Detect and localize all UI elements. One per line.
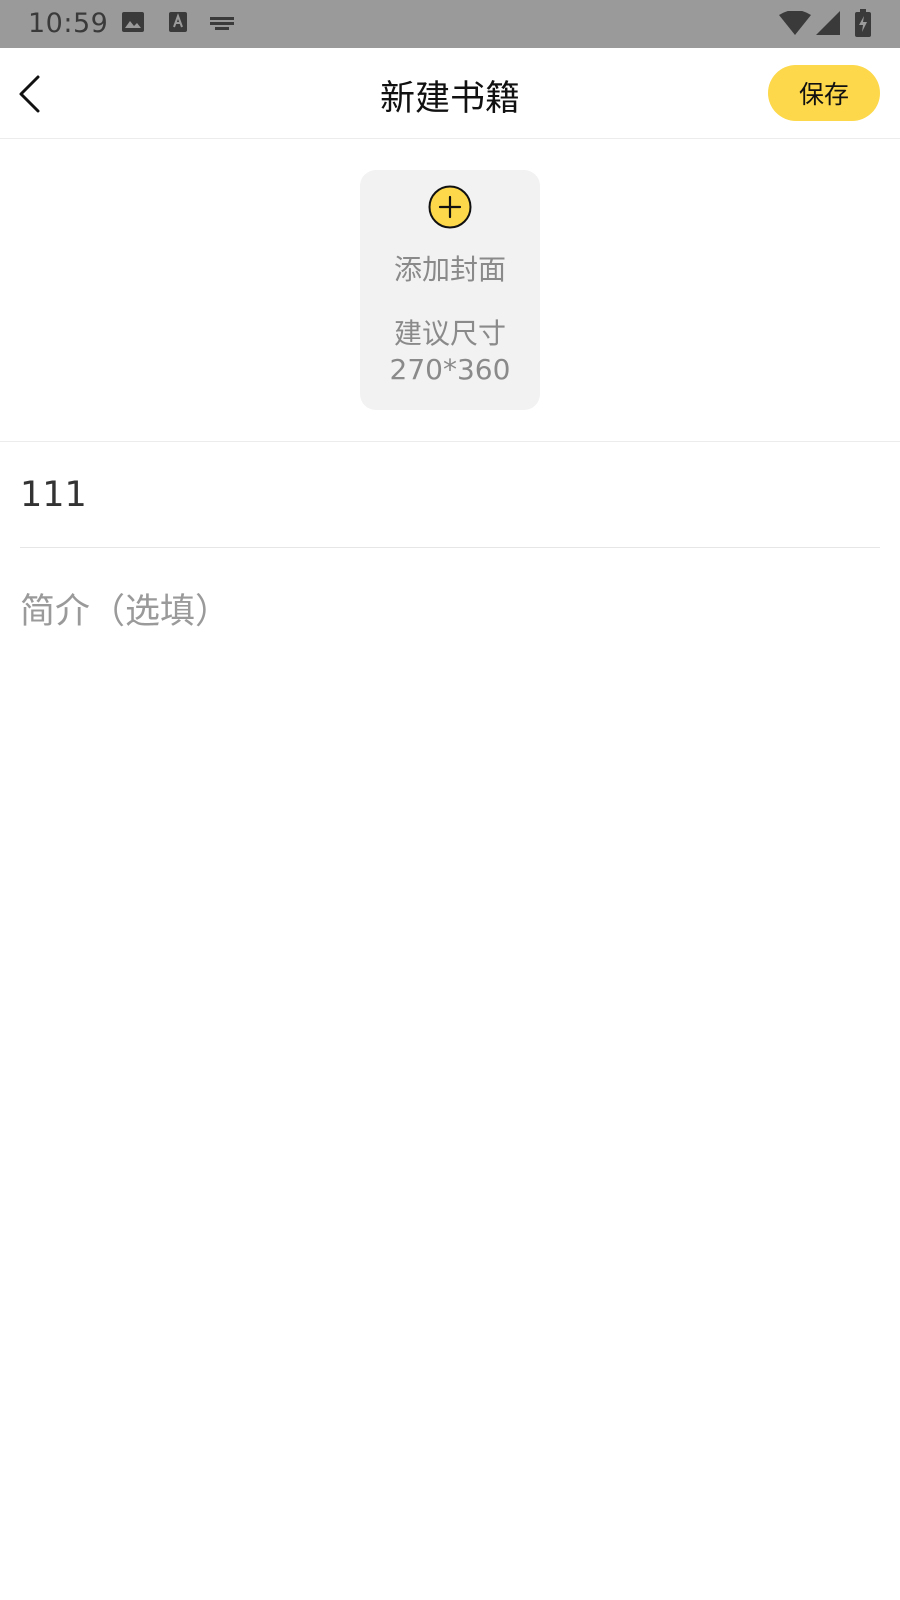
new-book-screen: 10:59 新建书籍 保存 添加封面 建议尺寸 270*360 111 简介（选…	[0, 0, 900, 1600]
status-bar: 10:59	[0, 0, 900, 48]
signal-icon	[816, 11, 840, 39]
book-title-input[interactable]	[20, 442, 880, 548]
status-time: 10:59	[28, 8, 109, 39]
gallery-icon	[122, 12, 144, 36]
cover-size-value: 270*360	[389, 353, 511, 386]
save-button[interactable]: 保存	[768, 65, 880, 121]
book-intro-input[interactable]	[20, 580, 880, 1480]
battery-charging-icon	[855, 9, 871, 41]
text-a-icon	[169, 12, 187, 36]
wifi-icon	[779, 10, 811, 39]
plus-circle-icon	[428, 185, 472, 229]
app-header: 新建书籍 保存	[0, 48, 900, 139]
page-title: 新建书籍	[379, 79, 520, 119]
add-cover-label: 添加封面	[393, 253, 506, 286]
cover-section: 添加封面 建议尺寸 270*360	[0, 139, 900, 442]
cover-size-hint: 建议尺寸	[393, 317, 506, 350]
add-cover-button[interactable]: 添加封面 建议尺寸 270*360	[360, 170, 540, 410]
keyboard-icon	[210, 16, 234, 35]
